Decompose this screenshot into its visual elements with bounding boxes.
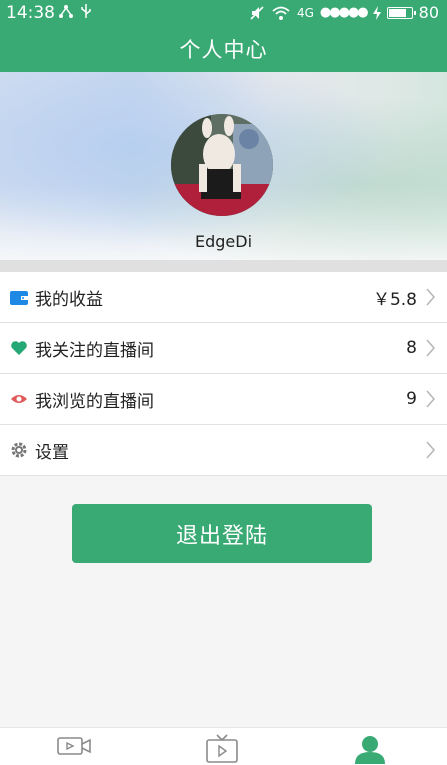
tab-video[interactable]: [54, 734, 94, 764]
menu-item-value: 9: [406, 389, 417, 409]
menu-list: 我的收益 ￥5.8 我关注的直播间 8 我浏览的直播间 9 设置: [0, 272, 447, 476]
heart-icon: [9, 338, 29, 358]
profile-header: EdgeDi: [0, 72, 447, 260]
menu-item-label: 我的收益: [35, 289, 103, 310]
avatar[interactable]: [171, 114, 273, 216]
battery-icon: [386, 6, 416, 19]
network-type: 4G: [296, 5, 314, 20]
mute-icon: [250, 5, 264, 20]
menu-item-label: 设置: [35, 442, 69, 463]
share-icon: [59, 5, 73, 18]
menu-item-label: 我浏览的直播间: [35, 391, 154, 412]
status-left-icons: [58, 3, 92, 19]
menu-item-earnings[interactable]: 我的收益 ￥5.8: [0, 272, 447, 323]
status-bar: 14:38 4G ●●●●● 80: [0, 0, 447, 26]
bottom-tab-bar: [0, 727, 447, 765]
signal-icon: ●●●●●: [319, 5, 369, 20]
gear-icon: [9, 440, 29, 460]
logout-button[interactable]: 退出登陆: [72, 504, 372, 563]
tab-live[interactable]: [202, 734, 242, 764]
menu-item-followed-rooms[interactable]: 我关注的直播间 8: [0, 323, 447, 374]
wallet-icon: [9, 287, 29, 307]
wifi-icon: [272, 6, 290, 20]
chevron-right-icon: [426, 339, 435, 357]
section-divider: [0, 260, 447, 272]
nav-bar: 个人中心: [0, 26, 447, 72]
chevron-right-icon: [426, 288, 435, 306]
page-title: 个人中心: [179, 38, 268, 62]
status-right-icons: 4G ●●●●● 80: [249, 3, 439, 22]
username: EdgeDi: [194, 232, 253, 251]
menu-item-value: 8: [406, 338, 417, 358]
tab-profile[interactable]: [350, 734, 390, 764]
menu-item-value: ￥5.8: [372, 289, 417, 310]
chevron-right-icon: [426, 390, 435, 408]
video-camera-icon: [57, 737, 91, 755]
menu-item-browsed-rooms[interactable]: 我浏览的直播间 9: [0, 374, 447, 425]
charging-icon: [372, 5, 381, 20]
usb-icon: [81, 4, 91, 18]
eye-icon: [9, 389, 29, 409]
chevron-right-icon: [426, 441, 435, 459]
user-icon: [355, 736, 385, 764]
menu-item-label: 我关注的直播间: [35, 340, 154, 361]
menu-item-settings[interactable]: 设置: [0, 425, 447, 476]
tv-play-icon: [206, 734, 238, 763]
battery-percent: 80: [418, 3, 439, 22]
status-time: 14:38: [6, 3, 55, 23]
